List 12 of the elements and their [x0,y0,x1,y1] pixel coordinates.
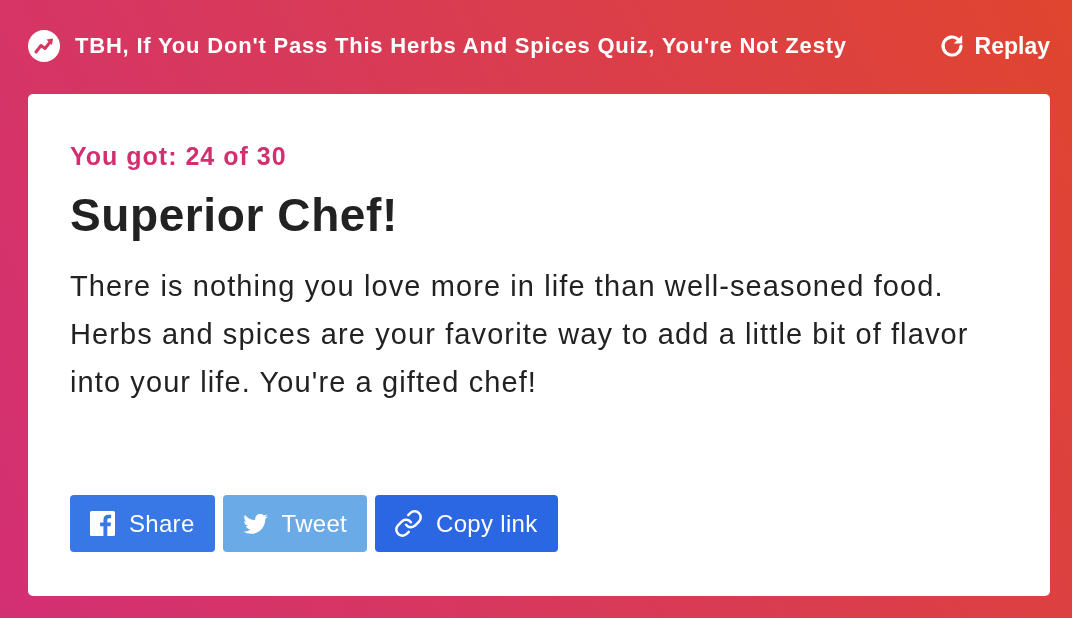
replay-button[interactable]: Replay [939,32,1050,60]
share-button[interactable]: Copy link [375,495,558,552]
result-title: Superior Chef! [70,189,399,241]
quiz-title: TBH, If You Don't Pass This Herbs And Spices Quiz, You're Not Zesty [75,33,847,59]
replay-icon [939,34,964,58]
share-button[interactable]: Tweet [222,495,368,552]
score-label: You got: 24 of 30 [70,143,288,169]
share-button[interactable]: Share [70,495,215,552]
bird-icon [242,513,268,534]
link-icon [395,510,423,537]
result-description: There is nothing you love more in life than well-seasoned food. Herbs and spices are your favorite way to add a little bit of flavor into your life. You're a gifted chef! [70,269,970,400]
f-logo-icon [90,511,115,536]
